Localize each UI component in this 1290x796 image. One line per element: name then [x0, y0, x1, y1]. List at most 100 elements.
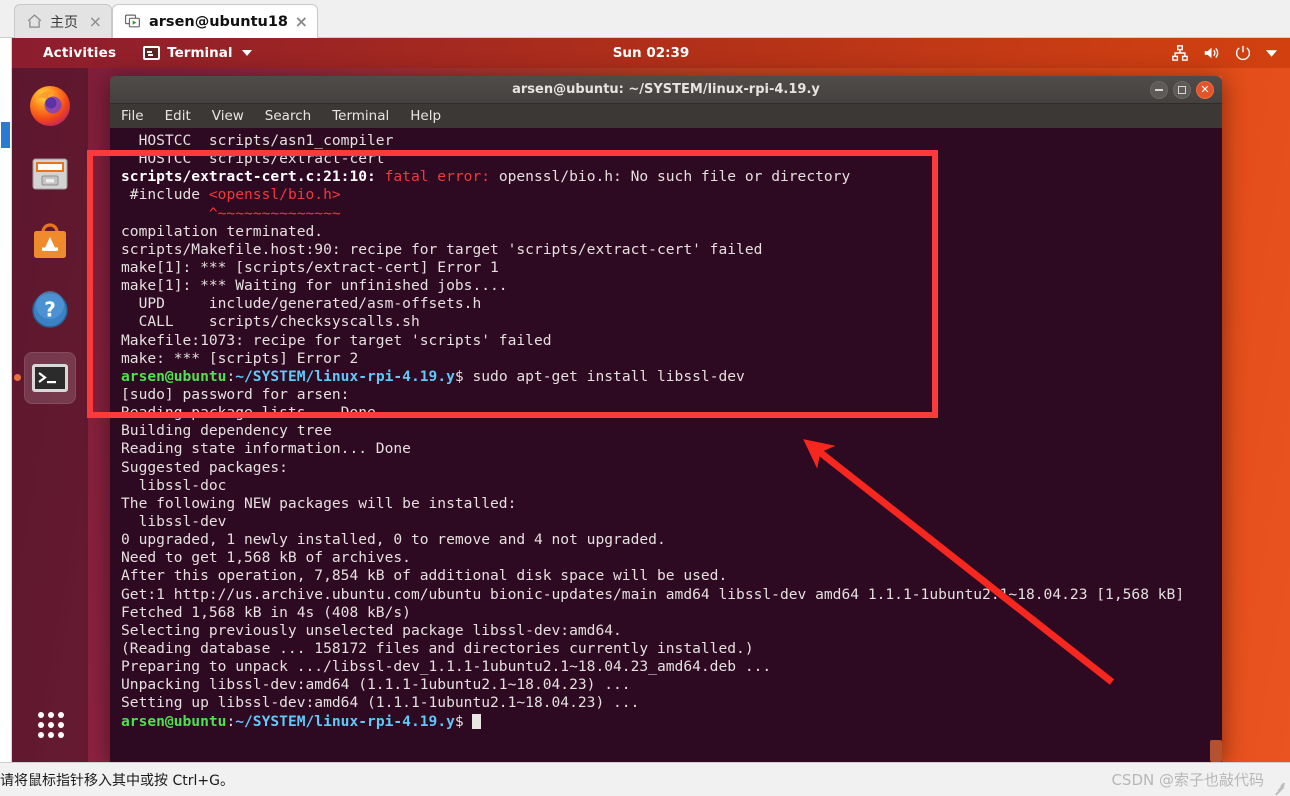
grid-dot	[48, 732, 54, 738]
terminal-segment: scripts/Makefile.host:90: recipe for tar…	[121, 240, 763, 258]
grid-dot	[38, 712, 44, 718]
terminal-segment: HOSTCC scripts/asn1_compiler	[121, 132, 394, 149]
terminal-line: compilation terminated.	[121, 223, 1222, 241]
terminal-line: Unpacking libssl-dev:amd64 (1.1.1-1ubunt…	[121, 676, 1222, 694]
viewer-tab-terminal[interactable]: arsen@ubuntu18-04 ×	[112, 4, 318, 38]
dock-item-files[interactable]	[24, 148, 76, 200]
terminal-segment: Makefile:1073: recipe for target 'script…	[121, 331, 552, 349]
dock-item-help[interactable]: ?	[24, 284, 76, 336]
terminal-segment: 0 upgraded, 1 newly installed, 0 to remo…	[121, 531, 666, 549]
menu-item-view[interactable]: View	[212, 108, 244, 124]
terminal-segment: $	[454, 712, 473, 730]
ubuntu-dock: ?	[12, 68, 88, 762]
terminal-segment: make[1]: *** Waiting for unfinished jobs…	[121, 277, 508, 295]
firefox-icon	[28, 84, 72, 128]
terminal-scrollbar[interactable]	[1210, 740, 1222, 762]
grid-dot	[38, 732, 44, 738]
terminal-text: HOSTCC scripts/asn1_compiler HOSTCC scri…	[112, 132, 1222, 731]
dock-item-ubuntu-software[interactable]	[24, 216, 76, 268]
terminal-line: Need to get 1,568 kB of archives.	[121, 549, 1222, 567]
terminal-segment: ~/SYSTEM/linux-rpi-4.19.y	[235, 712, 455, 730]
terminal-line: Building dependency tree	[121, 422, 1222, 440]
app-menu-button[interactable]: Terminal	[143, 45, 252, 61]
terminal-output-area[interactable]: HOSTCC scripts/asn1_compiler HOSTCC scri…	[110, 128, 1222, 762]
resize-grip[interactable]	[1273, 779, 1287, 796]
show-applications-button[interactable]	[38, 712, 64, 738]
menu-item-help[interactable]: Help	[410, 108, 441, 124]
menu-item-file[interactable]: File	[121, 108, 144, 124]
terminal-segment: UPD include/generated/asm-offsets.h	[121, 295, 482, 313]
activities-button[interactable]: Activities	[43, 45, 116, 61]
power-icon	[1234, 44, 1252, 62]
terminal-line: [sudo] password for arsen:	[121, 386, 1222, 404]
status-hint: 请将鼠标指针移入其中或按 Ctrl+G。	[0, 772, 234, 789]
terminal-line: Makefile:1073: recipe for target 'script…	[121, 332, 1222, 350]
terminal-line: make[1]: *** Waiting for unfinished jobs…	[121, 277, 1222, 295]
system-tray[interactable]	[1171, 44, 1278, 62]
terminal-line: scripts/Makefile.host:90: recipe for tar…	[121, 241, 1222, 259]
terminal-segment: The following NEW packages will be insta…	[121, 494, 517, 512]
ubuntu-software-icon	[28, 220, 72, 264]
chevron-down-icon	[1265, 49, 1278, 58]
dock-item-firefox[interactable]	[24, 80, 76, 132]
dock-item-terminal[interactable]	[14, 352, 76, 404]
terminal-segment: :	[226, 367, 236, 385]
minimize-button[interactable]	[1150, 80, 1168, 99]
help-icon: ?	[28, 288, 72, 332]
terminal-title: arsen@ubuntu: ~/SYSTEM/linux-rpi-4.19.y	[512, 82, 820, 97]
grid-dot	[58, 732, 64, 738]
terminal-segment: make[1]: *** [scripts/extract-cert] Erro…	[121, 258, 499, 276]
viewer-tab-terminal-label: arsen@ubuntu18-04	[149, 13, 288, 30]
terminal-line: arsen@ubuntu:~/SYSTEM/linux-rpi-4.19.y$	[121, 713, 1222, 731]
square-icon	[1178, 85, 1186, 94]
grid-dot	[48, 722, 54, 728]
menu-item-search[interactable]: Search	[265, 108, 311, 124]
terminal-line: Fetched 1,568 kB in 4s (408 kB/s)	[121, 604, 1222, 622]
terminal-segment: make: *** [scripts] Error 2	[121, 349, 359, 367]
app-menu-label: Terminal	[167, 45, 233, 61]
terminal-line: Selecting previously unselected package …	[121, 622, 1222, 640]
terminal-menubar: File Edit View Search Terminal Help	[110, 104, 1222, 128]
terminal-segment: libssl-dev	[121, 512, 227, 530]
close-button[interactable]: ✕	[1196, 80, 1214, 99]
terminal-line: HOSTCC scripts/extract-cert	[121, 150, 1222, 168]
terminal-segment: Building dependency tree	[121, 422, 394, 440]
close-icon[interactable]: ×	[295, 13, 308, 30]
terminal-line: scripts/extract-cert.c:21:10: fatal erro…	[121, 168, 1222, 186]
terminal-segment: Suggested packages:	[121, 458, 288, 476]
terminal-cursor	[472, 713, 482, 729]
terminal-segment: arsen@ubuntu	[121, 712, 227, 730]
menu-item-edit[interactable]: Edit	[165, 108, 191, 124]
terminal-icon	[143, 46, 161, 60]
volume-icon	[1202, 44, 1221, 62]
terminal-segment: compilation terminated.	[121, 222, 324, 240]
close-icon[interactable]: ×	[89, 13, 102, 30]
files-icon	[28, 152, 72, 196]
grid-dot	[58, 722, 64, 728]
terminal-segment: Get:1 http://us.archive.ubuntu.com/ubunt…	[121, 585, 1185, 603]
viewer-left-strip	[0, 38, 12, 762]
viewer-tab-strip: 主页 × arsen@ubuntu18-04 ×	[0, 0, 1290, 38]
terminal-segment: fatal error:	[384, 168, 499, 186]
home-icon	[26, 13, 43, 30]
terminal-segment: Setting up libssl-dev:amd64 (1.1.1-1ubun…	[121, 694, 640, 712]
clock[interactable]: Sun 02:39	[613, 45, 690, 61]
ubuntu-desktop: Activities Terminal Sun 02:39 ? arsen@ub…	[12, 38, 1290, 762]
terminal-segment: Preparing to unpack .../libssl-dev_1.1.1…	[121, 658, 772, 676]
terminal-line: After this operation, 7,854 kB of additi…	[121, 567, 1222, 585]
viewer-tab-home[interactable]: 主页 ×	[14, 4, 112, 38]
terminal-segment: ~/SYSTEM/linux-rpi-4.19.y	[235, 367, 455, 385]
terminal-segment: Unpacking libssl-dev:amd64 (1.1.1-1ubunt…	[121, 676, 631, 694]
terminal-line: make: *** [scripts] Error 2	[121, 350, 1222, 368]
terminal-line: HOSTCC scripts/asn1_compiler	[121, 132, 1222, 150]
terminal-line: 0 upgraded, 1 newly installed, 0 to remo…	[121, 531, 1222, 549]
terminal-segment: #include	[121, 186, 209, 204]
terminal-line: (Reading database ... 158172 files and d…	[121, 640, 1222, 658]
maximize-button[interactable]	[1173, 80, 1191, 99]
terminal-segment: (Reading database ... 158172 files and d…	[121, 639, 754, 657]
terminal-titlebar[interactable]: arsen@ubuntu: ~/SYSTEM/linux-rpi-4.19.y …	[110, 76, 1222, 104]
menu-item-terminal[interactable]: Terminal	[332, 108, 389, 124]
terminal-segment: arsen@ubuntu	[121, 367, 227, 385]
terminal-icon	[28, 356, 72, 400]
terminal-line: #include <openssl/bio.h>	[121, 186, 1222, 204]
